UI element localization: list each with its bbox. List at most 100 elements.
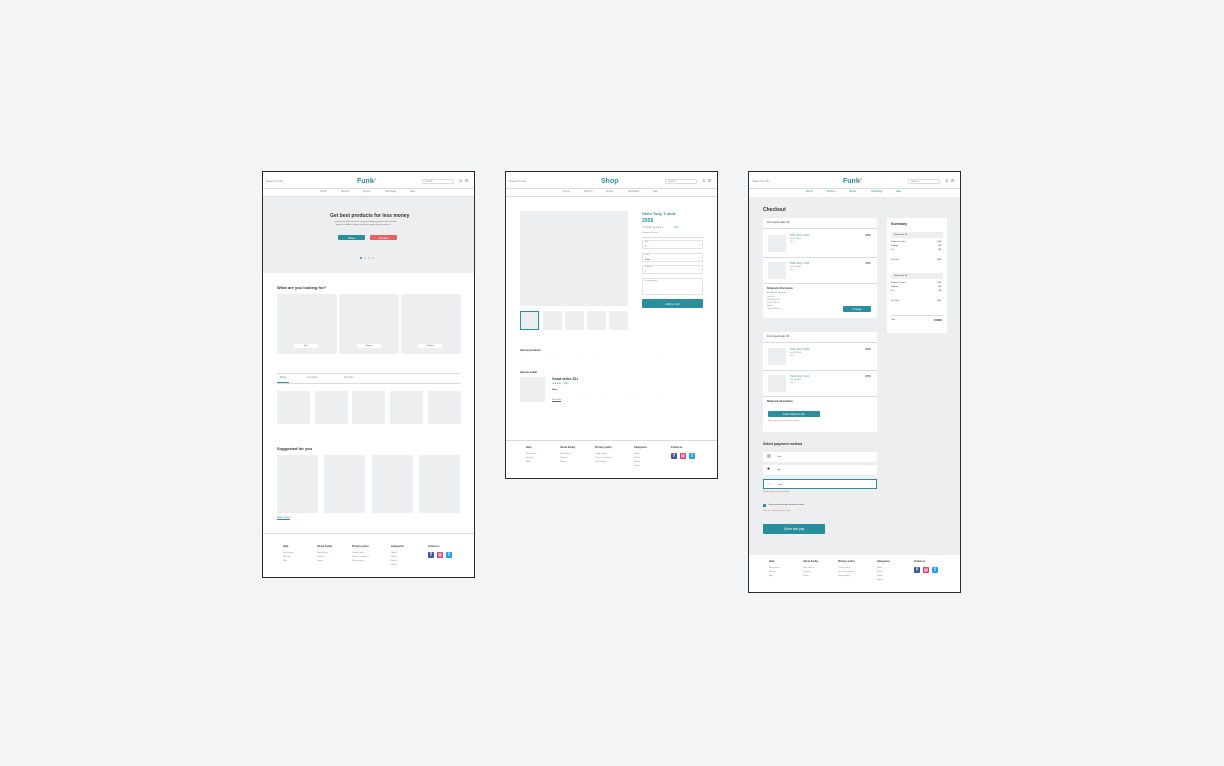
product-thumb[interactable] xyxy=(277,391,310,424)
footer-link[interactable]: FAQ xyxy=(283,560,287,562)
see-more-link[interactable]: See more xyxy=(277,516,290,519)
suggested-card[interactable] xyxy=(372,455,413,513)
footer-link[interactable]: Retail xyxy=(634,453,639,455)
footer-link[interactable]: Cookie policy xyxy=(595,453,607,455)
nav-item-handbags[interactable]: Handbags xyxy=(871,190,882,194)
nav-item-handbags[interactable]: Handbags xyxy=(385,190,396,194)
footer-link[interactable]: FAQ xyxy=(526,461,530,463)
product-thumb[interactable] xyxy=(352,391,385,424)
footer-link[interactable]: Contact xyxy=(560,457,567,459)
footer-link[interactable]: Mail contact xyxy=(769,567,780,569)
cart-icon[interactable]: ⊡ xyxy=(708,179,711,183)
carousel-dot-active[interactable] xyxy=(360,257,362,259)
personalization-textarea[interactable]: Personalization xyxy=(642,278,703,295)
nav-item-sports[interactable]: Sports xyxy=(849,190,856,194)
header-search-input[interactable]: Search xyxy=(665,179,697,184)
category-men-button[interactable]: Men xyxy=(294,344,318,348)
footer-link[interactable]: Rental xyxy=(877,571,883,573)
nav-item-sports[interactable]: Sports xyxy=(606,190,613,194)
facebook-icon[interactable]: f xyxy=(914,567,920,573)
footer-link[interactable]: Retail xyxy=(391,552,396,554)
nav-item-women[interactable]: Women xyxy=(584,190,593,194)
instagram-icon[interactable]: ◎ xyxy=(680,453,686,459)
category-children-button[interactable]: Children xyxy=(418,344,442,348)
footer-link[interactable]: Stores xyxy=(317,560,323,562)
suggested-card[interactable] xyxy=(277,455,318,513)
footer-link[interactable]: Cookie policy xyxy=(838,567,850,569)
footer-link[interactable]: Mail contact xyxy=(526,453,537,455)
nav-item-sports[interactable]: Sports xyxy=(363,190,370,194)
order-and-pay-button[interactable]: Order and pay xyxy=(763,524,825,534)
search-link[interactable]: Search Funk xyxy=(509,180,526,183)
footer-link[interactable]: Rental xyxy=(391,560,397,562)
visit-seller-link[interactable]: Visit seller xyxy=(552,399,561,401)
carousel-dot[interactable] xyxy=(364,257,366,259)
nav-item-home[interactable]: Home xyxy=(320,190,327,194)
logo[interactable]: Funk⁄ xyxy=(357,178,375,185)
nav-item-women[interactable]: Women xyxy=(341,190,350,194)
product-rating[interactable]: 4.8 (100) ★★★★☆ xyxy=(642,226,664,230)
footer-link[interactable]: Work with us xyxy=(803,567,814,569)
instagram-icon[interactable]: ◎ xyxy=(923,567,929,573)
footer-link[interactable]: Contact xyxy=(317,556,324,558)
nav-item-home[interactable]: Home xyxy=(806,190,813,194)
footer-link[interactable]: Stores xyxy=(560,461,566,463)
footer-link[interactable]: Retail xyxy=(877,567,882,569)
quantity-select[interactable]: Quantity 1 ⌄ xyxy=(642,265,703,274)
facebook-icon[interactable]: f xyxy=(671,453,677,459)
product-thumbnail[interactable] xyxy=(565,311,584,330)
product-thumbnail[interactable] xyxy=(543,311,562,330)
user-icon[interactable]: ♙ xyxy=(945,179,949,183)
cart-icon[interactable]: ⊡ xyxy=(465,179,468,183)
user-icon[interactable]: ♙ xyxy=(459,179,463,183)
add-to-cart-button[interactable]: Add to cart xyxy=(642,299,703,308)
footer-link[interactable]: Returns xyxy=(526,457,533,459)
twitter-icon[interactable]: t xyxy=(932,567,938,573)
footer-link[interactable]: Contact xyxy=(803,571,810,573)
search-link[interactable]: Search Funk xyxy=(752,180,769,183)
twitter-icon[interactable]: t xyxy=(689,453,695,459)
footer-link[interactable]: Rental xyxy=(634,461,640,463)
footer-link[interactable]: Rental xyxy=(634,465,640,467)
footer-link[interactable]: Terms & conditions xyxy=(595,457,612,459)
header-search-input[interactable]: Search xyxy=(908,179,940,184)
payment-option-pay[interactable]: ● pay xyxy=(763,465,877,475)
footer-link[interactable]: Refund policy xyxy=(595,461,607,463)
footer-link[interactable]: Rental xyxy=(391,564,397,566)
footer-link[interactable]: Refund policy xyxy=(352,560,364,562)
footer-link[interactable]: Rental xyxy=(877,575,883,577)
size-select[interactable]: Size S ⌄ xyxy=(642,240,703,249)
nav-item-sale[interactable]: Sale xyxy=(896,190,901,194)
carousel-dot[interactable] xyxy=(372,257,374,259)
product-thumb[interactable] xyxy=(428,391,461,424)
footer-link[interactable]: Terms & conditions xyxy=(352,556,369,558)
suggested-card[interactable] xyxy=(419,455,460,513)
suggested-card[interactable] xyxy=(324,455,365,513)
footer-link[interactable]: Cookie policy xyxy=(352,552,364,554)
cart-icon[interactable]: ⊡ xyxy=(951,179,954,183)
footer-link[interactable]: Returns xyxy=(769,571,776,573)
footer-link[interactable]: Stores xyxy=(803,575,809,577)
payment-option-card[interactable]: ▭ Card xyxy=(763,479,877,489)
nav-item-sale[interactable]: Sale xyxy=(410,190,415,194)
change-address-button[interactable]: Change xyxy=(843,306,871,312)
footer-link[interactable]: Mail contact xyxy=(283,552,294,554)
nav-item-handbags[interactable]: Handbags xyxy=(628,190,639,194)
twitter-icon[interactable]: t xyxy=(446,552,452,558)
tab-plays[interactable]: Plays xyxy=(280,376,286,380)
footer-link[interactable]: FAQ xyxy=(769,575,773,577)
seller-name[interactable]: Good seller 231 xyxy=(552,377,578,382)
logo[interactable]: Funk⁄ xyxy=(843,178,861,185)
enter-shipment-button[interactable]: Enter shipment info xyxy=(768,411,820,417)
footer-link[interactable]: Work with us xyxy=(317,552,328,554)
hero-shop-button[interactable]: Shop xyxy=(338,235,365,240)
tab-consoles[interactable]: Consoles xyxy=(307,376,317,380)
payment-option-visa[interactable]: ▤ Visa xyxy=(763,452,877,462)
user-icon[interactable]: ♙ xyxy=(702,179,706,183)
logo[interactable]: Shop xyxy=(601,178,619,185)
terms-label[interactable]: I have read and accept the terms of sale xyxy=(768,504,804,506)
nav-item-women[interactable]: Women xyxy=(827,190,836,194)
footer-link[interactable]: Rental xyxy=(634,457,640,459)
product-thumb[interactable] xyxy=(390,391,423,424)
product-thumbnail[interactable] xyxy=(609,311,628,330)
